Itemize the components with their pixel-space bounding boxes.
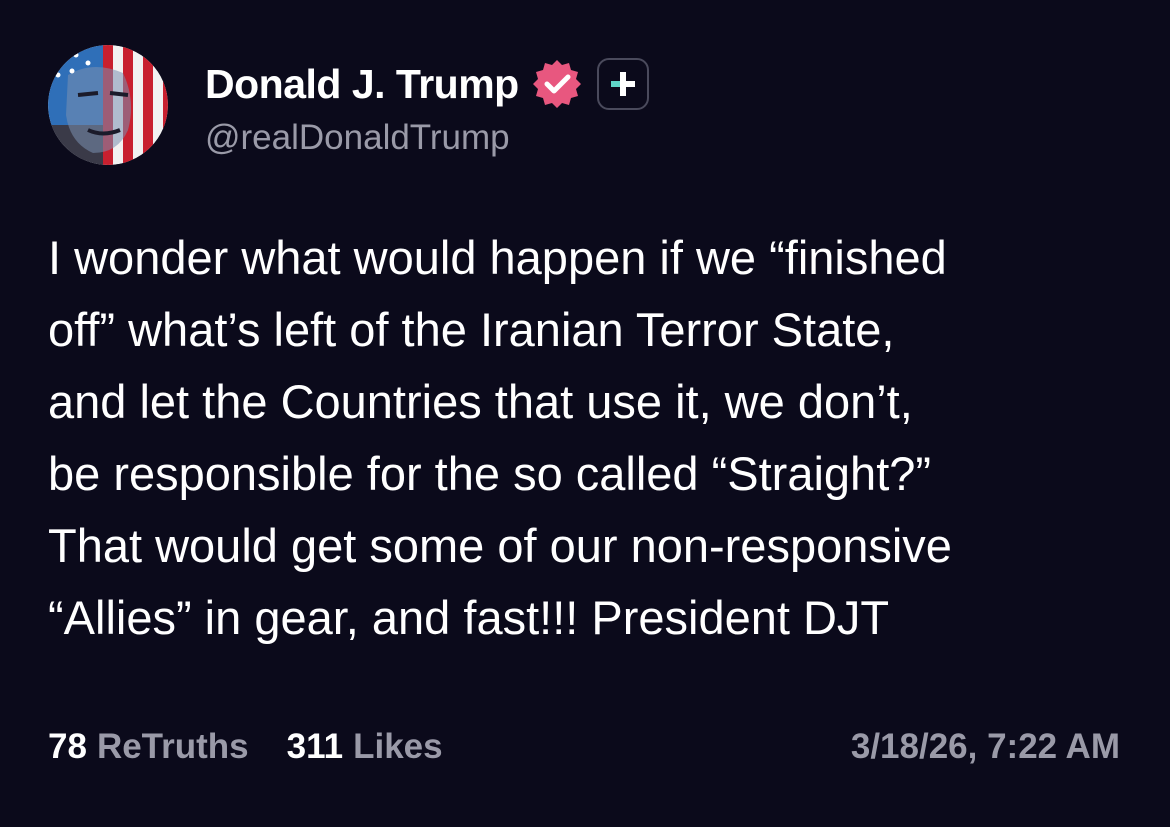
retruths-stat[interactable]: 78 ReTruths [48, 727, 249, 767]
retruths-count: 78 [48, 727, 87, 766]
truth-post: Donald J. Trump @realDonaldTrump I wonde… [0, 0, 1170, 827]
likes-stat[interactable]: 311 Likes [287, 727, 443, 767]
retruths-label: ReTruths [96, 727, 249, 766]
author-name-row: Donald J. Trump [205, 58, 649, 110]
post-body-text: I wonder what would happen if we “finish… [48, 231, 952, 644]
author-display-name[interactable]: Donald J. Trump [205, 61, 519, 108]
profile-avatar[interactable] [48, 45, 168, 165]
post-footer: 78 ReTruths 311 Likes 3/18/26, 7:22 AM [48, 722, 1120, 772]
plus-badge-icon[interactable] [596, 58, 649, 110]
author-block: Donald J. Trump @realDonaldTrump [205, 58, 649, 158]
author-handle[interactable]: @realDonaldTrump [205, 118, 649, 158]
likes-label: Likes [353, 727, 443, 766]
avatar-image [48, 45, 168, 165]
verified-badge-icon [531, 58, 583, 110]
likes-count: 311 [286, 727, 344, 766]
post-timestamp: 3/18/26, 7:22 AM [850, 727, 1120, 766]
